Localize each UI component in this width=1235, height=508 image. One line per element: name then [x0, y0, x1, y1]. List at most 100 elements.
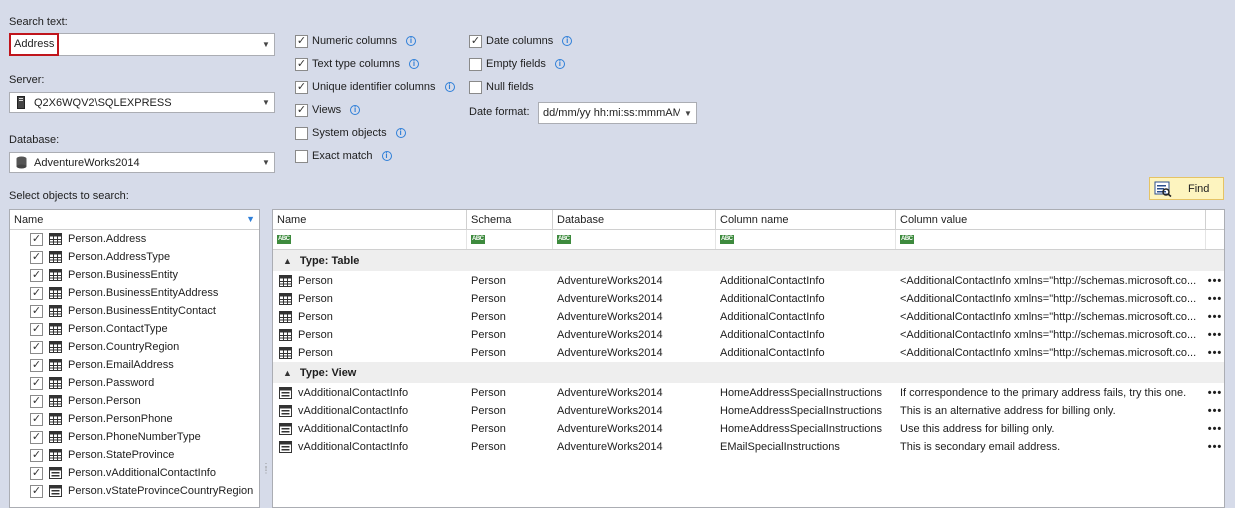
tree-item[interactable]: ✓ Person.Person	[10, 392, 259, 410]
table-row[interactable]: Person Person AdventureWorks2014 Additional…	[273, 344, 1224, 362]
table-row[interactable]: Person Person AdventureWorks2014 Additional…	[273, 290, 1224, 308]
column-header-database[interactable]: Database	[553, 210, 716, 229]
info-icon[interactable]: i	[562, 36, 573, 46]
chevron-down-icon[interactable]: ▼	[680, 109, 696, 118]
exact-match-checkbox[interactable]	[295, 149, 308, 163]
tree-header[interactable]: Name ▼	[10, 210, 259, 230]
table-row[interactable]: vAdditionalContactInfo Person AdventureWor…	[273, 438, 1224, 456]
more-button[interactable]: •••	[1206, 402, 1224, 420]
tree-item[interactable]: ✓ Person.vAdditionalContactInfo	[10, 464, 259, 482]
text-filter-icon[interactable]: ABC	[277, 235, 291, 244]
column-header-name[interactable]: Name	[273, 210, 467, 229]
text-filter-icon[interactable]: ABC	[471, 235, 485, 244]
tree-item[interactable]: ✓ Person.vStateProvinceCountryRegion	[10, 482, 259, 500]
collapse-caret-icon[interactable]: ▲	[283, 368, 292, 378]
views-option[interactable]: ✓ Views i	[295, 102, 361, 118]
text-filter-icon[interactable]: ABC	[557, 235, 571, 244]
tree-item[interactable]: ✓ Person.Password	[10, 374, 259, 392]
system-objects-checkbox[interactable]	[295, 126, 308, 140]
table-row[interactable]: Person Person AdventureWorks2014 Additional…	[273, 308, 1224, 326]
tree-item-checkbox[interactable]: ✓	[30, 304, 43, 318]
table-row[interactable]: Person Person AdventureWorks2014 Additional…	[273, 272, 1224, 290]
empty-fields-checkbox[interactable]	[469, 57, 482, 71]
grid-filter-row[interactable]: ABC ABC ABC ABC ABC	[273, 230, 1224, 250]
tree-item[interactable]: ✓ Person.CountryRegion	[10, 338, 259, 356]
text-columns-checkbox[interactable]: ✓	[295, 57, 308, 71]
group-row[interactable]: ▲ Type: View	[273, 362, 1224, 384]
system-objects-option[interactable]: System objects i	[295, 125, 406, 141]
tree-item-checkbox[interactable]: ✓	[30, 394, 43, 408]
tree-item-checkbox[interactable]: ✓	[30, 250, 43, 264]
tree-item-checkbox[interactable]: ✓	[30, 484, 43, 498]
tree-item-checkbox[interactable]: ✓	[30, 232, 43, 246]
info-icon[interactable]: i	[381, 151, 392, 161]
more-button[interactable]: •••	[1206, 344, 1224, 362]
tree-item-checkbox[interactable]: ✓	[30, 448, 43, 462]
chevron-down-icon[interactable]: ▼	[258, 158, 274, 167]
column-header-schema[interactable]: Schema	[467, 210, 553, 229]
results-grid[interactable]: Name Schema Database Column name Column …	[272, 209, 1225, 508]
more-button[interactable]: •••	[1206, 272, 1224, 290]
chevron-down-icon[interactable]: ▼	[258, 98, 274, 107]
info-icon[interactable]: i	[444, 82, 455, 92]
tree-item[interactable]: ✓ Person.BusinessEntityAddress	[10, 284, 259, 302]
exact-match-option[interactable]: Exact match i	[295, 148, 392, 164]
date-columns-option[interactable]: ✓ Date columns i	[469, 33, 573, 49]
tree-item-checkbox[interactable]: ✓	[30, 268, 43, 282]
tree-item-checkbox[interactable]: ✓	[30, 340, 43, 354]
database-select[interactable]: AdventureWorks2014 ▼	[9, 152, 275, 173]
more-button[interactable]: •••	[1206, 290, 1224, 308]
text-filter-icon[interactable]: ABC	[720, 235, 734, 244]
column-header-column-name[interactable]: Column name	[716, 210, 896, 229]
tree-item[interactable]: ✓ Person.BusinessEntityContact	[10, 302, 259, 320]
tree-item[interactable]: ✓ Person.EmailAddress	[10, 356, 259, 374]
text-filter-icon[interactable]: ABC	[900, 235, 914, 244]
more-button[interactable]: •••	[1206, 326, 1224, 344]
more-button[interactable]: •••	[1206, 438, 1224, 456]
chevron-down-icon[interactable]: ▼	[258, 40, 274, 49]
info-icon[interactable]: i	[405, 36, 416, 46]
tree-item[interactable]: ✓ Person.StateProvince	[10, 446, 259, 464]
tree-item-checkbox[interactable]: ✓	[30, 412, 43, 426]
unique-identifier-checkbox[interactable]: ✓	[295, 80, 308, 94]
text-columns-option[interactable]: ✓ Text type columns i	[295, 56, 420, 72]
unique-identifier-option[interactable]: ✓ Unique identifier columns i	[295, 79, 455, 95]
date-columns-checkbox[interactable]: ✓	[469, 34, 482, 48]
info-icon[interactable]: i	[395, 128, 406, 138]
tree-item-checkbox[interactable]: ✓	[30, 466, 43, 480]
objects-tree[interactable]: Name ▼ ✓ Person.Address ✓ Person.AddressTyp…	[9, 209, 260, 508]
table-row[interactable]: vAdditionalContactInfo Person AdventureWor…	[273, 384, 1224, 402]
info-icon[interactable]: i	[554, 59, 565, 69]
find-button[interactable]: Find	[1149, 177, 1224, 200]
tree-item[interactable]: ✓ Person.ContactType	[10, 320, 259, 338]
tree-item-checkbox[interactable]: ✓	[30, 358, 43, 372]
tree-item-checkbox[interactable]: ✓	[30, 430, 43, 444]
views-checkbox[interactable]: ✓	[295, 103, 308, 117]
tree-item[interactable]: ✓ Person.PhoneNumberType	[10, 428, 259, 446]
numeric-columns-option[interactable]: ✓ Numeric columns i	[295, 33, 416, 49]
group-row[interactable]: ▲ Type: Table	[273, 250, 1224, 272]
info-icon[interactable]: i	[409, 59, 420, 69]
splitter-handle[interactable]: ⋮ ⋮	[262, 463, 270, 485]
tree-item-checkbox[interactable]: ✓	[30, 286, 43, 300]
column-header-column-value[interactable]: Column value	[896, 210, 1206, 229]
table-row[interactable]: vAdditionalContactInfo Person AdventureWor…	[273, 420, 1224, 438]
numeric-columns-checkbox[interactable]: ✓	[295, 34, 308, 48]
more-button[interactable]: •••	[1206, 420, 1224, 438]
empty-fields-option[interactable]: Empty fields i	[469, 56, 565, 72]
tree-item[interactable]: ✓ Person.PersonPhone	[10, 410, 259, 428]
date-format-select[interactable]: dd/mm/yy hh:mi:ss:mmmAM ▼	[538, 102, 697, 124]
tree-item[interactable]: ✓ Person.Address	[10, 230, 259, 248]
collapse-caret-icon[interactable]: ▲	[283, 256, 292, 266]
tree-item[interactable]: ✓ Person.AddressType	[10, 248, 259, 266]
more-button[interactable]: •••	[1206, 384, 1224, 402]
server-select[interactable]: Q2X6WQV2\SQLEXPRESS ▼	[9, 92, 275, 113]
tree-item-checkbox[interactable]: ✓	[30, 376, 43, 390]
more-button[interactable]: •••	[1206, 308, 1224, 326]
table-row[interactable]: Person Person AdventureWorks2014 Additional…	[273, 326, 1224, 344]
info-icon[interactable]: i	[350, 105, 361, 115]
table-row[interactable]: vAdditionalContactInfo Person AdventureWor…	[273, 402, 1224, 420]
tree-item-checkbox[interactable]: ✓	[30, 322, 43, 336]
null-fields-option[interactable]: Null fields	[469, 79, 534, 95]
search-input[interactable]: Address	[9, 33, 59, 56]
